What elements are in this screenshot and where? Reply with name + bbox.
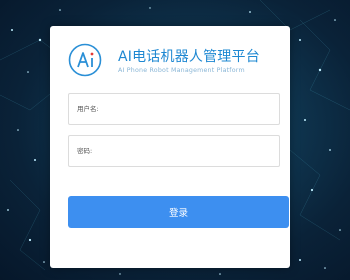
ai-logo-icon — [68, 43, 102, 77]
app-subtitle: AI Phone Robot Management Platform — [118, 67, 245, 74]
password-input[interactable] — [69, 136, 279, 166]
login-button[interactable]: 登录 — [68, 196, 289, 228]
password-field[interactable] — [68, 135, 280, 167]
username-input[interactable] — [69, 94, 279, 124]
login-card: AI电话机器人管理平台 AI Phone Robot Management Pl… — [50, 26, 290, 268]
app-title: AI电话机器人管理平台 — [118, 49, 260, 65]
username-field[interactable] — [68, 93, 280, 125]
